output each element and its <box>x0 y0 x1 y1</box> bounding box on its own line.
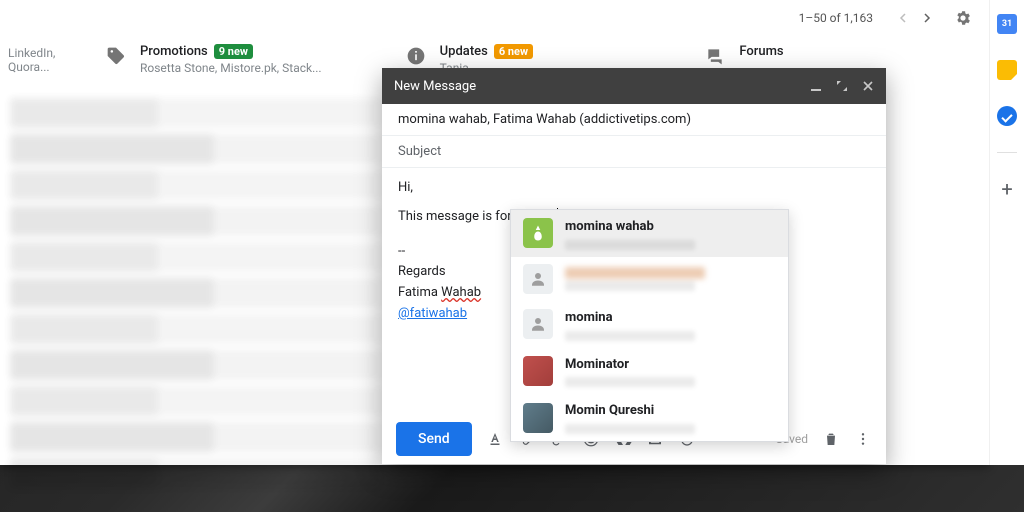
to-value: momina wahab, Fatima Wahab (addictivetip… <box>398 112 691 127</box>
ac-item-1[interactable]: momina wahab <box>511 210 788 257</box>
tab-promotions-sub: Rosetta Stone, Mistore.pk, Stack... <box>140 61 322 75</box>
ac-name: Mominator <box>565 355 695 376</box>
sidebar-separator <box>997 152 1017 153</box>
promotions-badge: 9 new <box>214 44 253 59</box>
more-icon[interactable] <box>854 430 872 448</box>
calendar-addon-icon[interactable] <box>997 14 1017 34</box>
ac-item-5[interactable]: Momin Qureshi <box>511 394 788 441</box>
avatar-photo <box>523 356 553 386</box>
ac-item-2[interactable] <box>511 257 788 301</box>
right-sidebar: + <box>989 0 1024 465</box>
next-page-button[interactable] <box>915 6 939 30</box>
get-addons-icon[interactable]: + <box>997 179 1017 199</box>
updates-badge: 6 new <box>494 44 533 59</box>
subject-placeholder: Subject <box>398 144 441 159</box>
discard-icon[interactable] <box>822 430 840 448</box>
tab-promotions[interactable]: Promotions 9 new Rosetta Stone, Mistore.… <box>90 44 390 75</box>
compose-window: New Message momina wahab, Fatima Wahab (… <box>382 68 886 464</box>
tasks-addon-icon[interactable] <box>997 106 1017 126</box>
compose-title: New Message <box>394 79 476 94</box>
mention-autocomplete: momina wahab momina Mominator Momin Qure… <box>510 209 789 442</box>
ac-name: Momin Qureshi <box>565 401 695 422</box>
avatar-icon <box>523 218 553 248</box>
minimize-icon[interactable] <box>810 80 822 92</box>
settings-gear-icon[interactable] <box>951 6 975 30</box>
forums-icon <box>705 46 725 66</box>
prev-page-button[interactable] <box>891 6 915 30</box>
mail-list-blurred <box>10 98 380 457</box>
fullscreen-icon[interactable] <box>836 80 848 92</box>
info-icon <box>406 46 426 66</box>
ac-name: momina wahab <box>565 217 695 238</box>
subject-field[interactable]: Subject <box>382 136 886 168</box>
tab-forums[interactable]: Forums <box>689 44 989 66</box>
send-button[interactable]: Send <box>396 422 472 456</box>
ac-item-3[interactable]: momina <box>511 301 788 348</box>
tab-updates-label: Updates <box>440 44 488 59</box>
formatting-icon[interactable] <box>486 430 504 448</box>
tag-icon <box>106 46 126 66</box>
gmail-window: 1–50 of 1,163 LinkedIn, Quora... Promoti… <box>0 0 989 465</box>
compose-header[interactable]: New Message <box>382 68 886 104</box>
keep-addon-icon[interactable] <box>997 60 1017 80</box>
body-line-1: Hi, <box>398 178 870 199</box>
ac-name: momina <box>565 308 695 329</box>
compose-body[interactable]: Hi, This message is for @mom -- Regards … <box>382 168 886 414</box>
pagination-count: 1–50 of 1,163 <box>799 11 873 25</box>
person-icon <box>523 264 553 294</box>
sig-handle[interactable]: @fatiwahab <box>398 306 467 321</box>
avatar-photo <box>523 403 553 433</box>
close-icon[interactable] <box>862 80 874 92</box>
tab-promotions-label: Promotions <box>140 44 208 59</box>
tab-forums-label: Forums <box>739 44 783 59</box>
tab-social-partial[interactable]: LinkedIn, Quora... <box>0 44 90 74</box>
ac-item-4[interactable]: Mominator <box>511 348 788 395</box>
list-toolbar: 1–50 of 1,163 <box>0 0 989 36</box>
to-field[interactable]: momina wahab, Fatima Wahab (addictivetip… <box>382 104 886 136</box>
person-icon <box>523 309 553 339</box>
